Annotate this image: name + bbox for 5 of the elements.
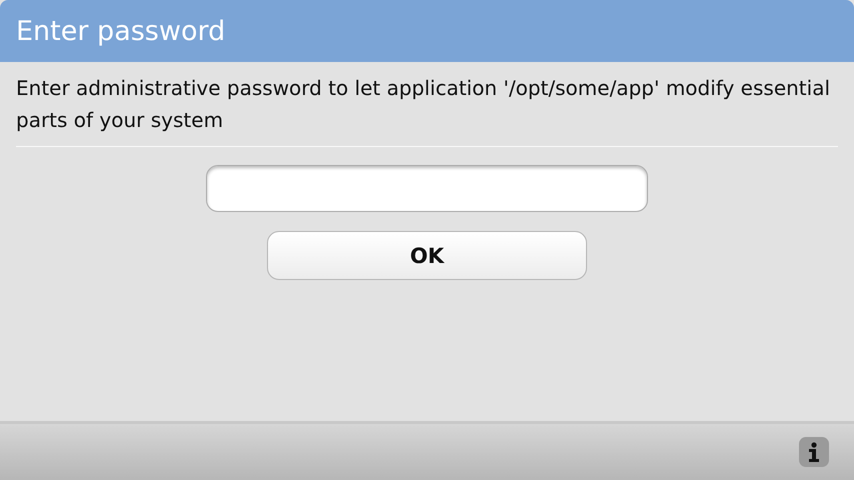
window-title: Enter password — [16, 16, 226, 46]
message-text: Enter administrative password to let application '/opt/some/app' modify essential parts of your system — [16, 75, 832, 134]
info-icon[interactable] — [799, 437, 829, 467]
password-field[interactable] — [206, 165, 648, 212]
ok-button[interactable]: OK — [267, 231, 587, 280]
